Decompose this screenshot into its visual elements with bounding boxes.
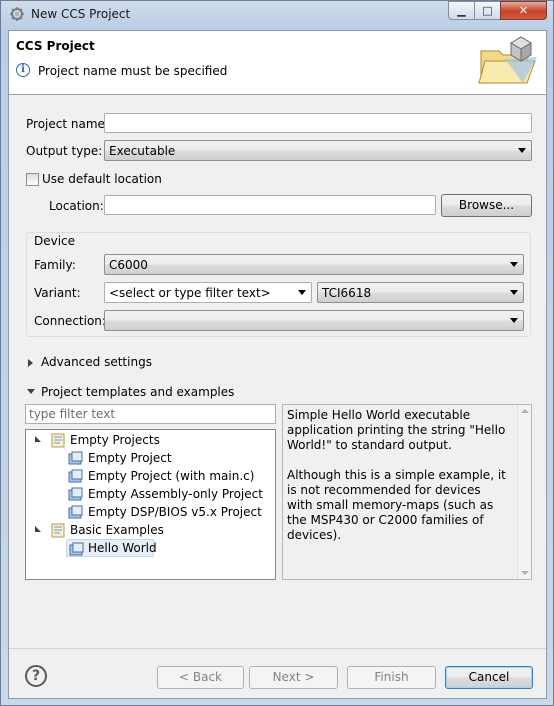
back-button[interactable]: < Back [157, 666, 244, 689]
variant-label: Variant: [34, 286, 81, 300]
chevron-down-icon [510, 318, 518, 323]
output-type-select[interactable]: Executable [104, 140, 532, 161]
tree-item-label: Basic Examples [70, 523, 164, 537]
variant-value: TCI6618 [322, 286, 372, 300]
next-button[interactable]: Next > [249, 666, 338, 689]
tree-item-label: Empty Projects [70, 433, 160, 447]
tree-item-label: Empty DSP/BIOS v5.x Project [88, 505, 262, 519]
templates-section-label[interactable]: Project templates and examples [41, 385, 234, 399]
use-default-location-checkbox[interactable] [26, 173, 39, 186]
family-select[interactable]: C6000 [104, 254, 524, 275]
title-bar[interactable]: New CCS Project ▁ □ ✕ [1, 1, 553, 27]
close-icon: ✕ [518, 4, 529, 17]
cancel-button[interactable]: Cancel [445, 666, 533, 689]
location-field[interactable] [104, 195, 436, 215]
project-template-icon [68, 451, 83, 465]
project-template-icon [68, 469, 83, 483]
tree-item-label: Empty Project (with main.c) [88, 469, 255, 483]
chevron-down-icon [510, 262, 518, 267]
maximize-icon: □ [482, 4, 493, 17]
family-value: C6000 [109, 258, 148, 272]
variant-select[interactable]: TCI6618 [317, 282, 524, 303]
description-paragraph: Simple Hello World executable applicatio… [287, 408, 506, 452]
connection-select[interactable] [104, 310, 524, 331]
use-default-location-label[interactable]: Use default location [42, 172, 162, 186]
footer-separator [9, 648, 546, 649]
template-tree[interactable]: Empty Projects Empty Project Empty Proje… [25, 429, 276, 580]
finish-button[interactable]: Finish [347, 666, 436, 689]
description-paragraph: Although this is a simple example, it is… [287, 468, 506, 542]
family-label: Family: [34, 258, 76, 272]
minimize-button[interactable]: ▁ [448, 1, 475, 20]
template-folder-icon [51, 433, 65, 448]
project-template-icon [68, 505, 83, 519]
help-icon[interactable]: ? [25, 665, 47, 687]
template-filter-input[interactable]: type filter text [25, 404, 276, 424]
project-folder-banner-icon [478, 36, 537, 84]
project-template-icon [68, 487, 83, 501]
info-icon: i [16, 63, 30, 77]
page-title: CCS Project [16, 39, 95, 53]
tree-expanded-icon[interactable] [35, 526, 41, 532]
tree-expanded-icon[interactable] [35, 436, 41, 442]
header-message: Project name must be specified [38, 64, 228, 78]
tree-item-label: Empty Project [88, 451, 172, 465]
dialog-window: New CCS Project ▁ □ ✕ CCS Project i Proj… [0, 0, 554, 706]
tree-item-hello-world[interactable]: Hello World [66, 539, 157, 557]
advanced-settings-label[interactable]: Advanced settings [41, 355, 152, 369]
tree-item-label: Hello World [88, 541, 157, 555]
output-type-label: Output type: [26, 144, 103, 158]
window-title: New CCS Project [31, 7, 131, 21]
app-gear-icon [10, 7, 24, 21]
dialog-client: CCS Project i Project name must be speci… [8, 30, 547, 699]
output-type-value: Executable [109, 144, 176, 158]
project-template-icon [69, 542, 84, 556]
connection-label: Connection: [34, 314, 106, 328]
advanced-expand-icon[interactable] [28, 359, 33, 367]
scroll-up-icon[interactable] [521, 409, 529, 413]
template-description: Simple Hello World executable applicatio… [282, 404, 532, 580]
template-folder-icon [51, 523, 65, 538]
location-label: Location: [49, 199, 104, 213]
description-scrollbar[interactable] [517, 405, 531, 579]
scroll-down-icon[interactable] [521, 571, 529, 575]
variant-filter-value: <select or type filter text> [109, 286, 271, 300]
project-name-label: Project name: [26, 117, 109, 131]
project-name-field[interactable] [104, 113, 532, 133]
close-button[interactable]: ✕ [500, 1, 547, 20]
chevron-down-icon [518, 148, 526, 153]
wizard-header: CCS Project i Project name must be speci… [9, 31, 546, 95]
variant-filter-combo[interactable]: <select or type filter text> [104, 282, 312, 303]
minimize-icon: ▁ [457, 4, 466, 17]
maximize-button[interactable]: □ [474, 1, 501, 20]
templates-collapse-icon[interactable] [27, 389, 35, 394]
tree-item-label: Empty Assembly-only Project [88, 487, 263, 501]
chevron-down-icon [298, 290, 306, 295]
device-group-title: Device [32, 234, 78, 248]
chevron-down-icon [510, 290, 518, 295]
browse-button[interactable]: Browse... [441, 194, 532, 217]
